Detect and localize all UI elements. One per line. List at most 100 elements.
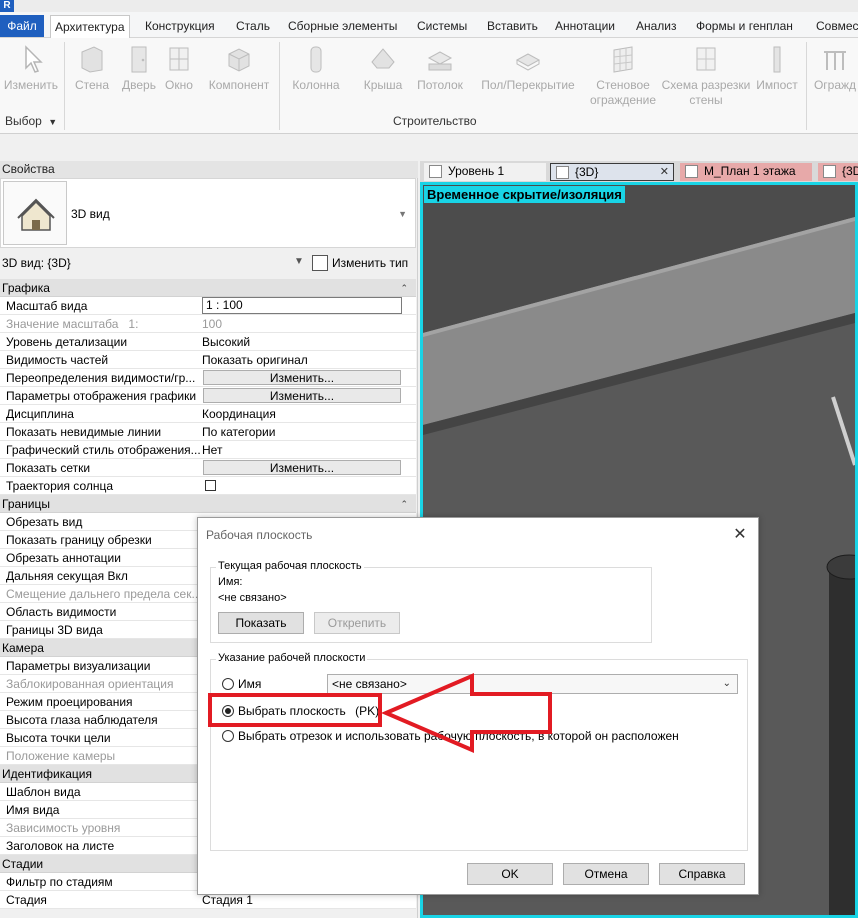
graphic-display-edit-button[interactable]: Изменить... — [203, 388, 401, 403]
chevron-up-icon: ⌃ — [400, 283, 408, 293]
type-selector[interactable]: 3D вид ▼ — [0, 178, 416, 248]
curtain-system-button[interactable]: Стеновое ограждение — [586, 38, 660, 108]
ribbon-divider — [279, 42, 280, 130]
property-name: Зависимость уровня — [6, 821, 121, 835]
window-label: Окно — [165, 78, 193, 92]
edit-type-button[interactable]: Изменить тип — [310, 253, 408, 273]
floor-plan-icon — [429, 165, 442, 178]
tab-steel[interactable]: Сталь — [232, 15, 274, 37]
property-name: Переопределения видимости/гр... — [6, 371, 196, 385]
house-icon — [17, 198, 55, 231]
group-label: Графика — [2, 281, 50, 295]
property-name: Высота глаза наблюдателя — [6, 713, 158, 727]
wall-icon — [81, 46, 103, 73]
tab-analyze[interactable]: Анализ — [632, 15, 681, 37]
type-name: 3D вид — [71, 207, 110, 221]
curtain-system-icon — [613, 46, 633, 73]
group-label: Камера — [2, 641, 44, 655]
annotation-arrow-icon — [380, 672, 552, 754]
show-grids-edit-button[interactable]: Изменить... — [203, 460, 401, 475]
property-name: Шаблон вида — [6, 785, 81, 799]
tab-3d-active[interactable]: {3D} ✕ — [550, 163, 674, 181]
chevron-down-icon: ▼ — [48, 117, 58, 127]
instance-filter[interactable]: 3D вид: {3D} — [2, 256, 71, 270]
ribbon-divider — [806, 42, 807, 130]
edit-type-label: Изменить тип — [332, 256, 409, 270]
close-icon[interactable]: ✕ — [660, 164, 669, 180]
modify-button[interactable]: Изменить — [2, 38, 60, 93]
current-work-plane-title: Текущая рабочая плоскость — [216, 560, 364, 572]
sun-path-checkbox[interactable] — [205, 480, 216, 491]
roof-icon — [371, 48, 395, 69]
roof-button[interactable]: Крыша — [356, 38, 410, 93]
tab-insert[interactable]: Вставить — [483, 15, 542, 37]
column-button[interactable]: Колонна — [288, 38, 344, 93]
tab-level-1[interactable]: Уровень 1 — [424, 163, 546, 181]
window-button[interactable]: Окно — [160, 38, 198, 93]
chevron-down-icon[interactable]: ▼ — [294, 256, 304, 267]
railing-button[interactable]: Огражд — [812, 38, 858, 93]
show-button[interactable]: Показать — [218, 612, 304, 634]
floor-label: Пол/Перекрытие — [481, 78, 575, 92]
property-value[interactable]: Показать оригинал — [202, 351, 402, 369]
component-button[interactable]: Компонент — [204, 38, 274, 93]
panel-select-label[interactable]: Выбор ▼ — [5, 114, 57, 128]
radio-name[interactable]: Имя — [222, 677, 261, 691]
radio-button — [222, 730, 234, 742]
tab-collaborate[interactable]: Совмес — [812, 15, 858, 37]
tab-precast[interactable]: Сборные элементы — [284, 15, 401, 37]
property-name: Уровень детализации — [6, 335, 128, 349]
specify-work-plane-title: Указание рабочей плоскости — [216, 652, 368, 664]
close-icon[interactable]: ✕ — [732, 524, 748, 544]
ok-button[interactable]: OK — [467, 863, 553, 885]
chevron-up-icon: ⌃ — [400, 499, 408, 509]
tab-massing-site[interactable]: Формы и генплан — [692, 15, 797, 37]
group-extents[interactable]: Границы ⌃ — [0, 495, 416, 513]
property-row: Траектория солнца — [0, 477, 416, 495]
railing-label: Огражд — [813, 78, 857, 92]
wall-button[interactable]: Стена — [70, 38, 114, 93]
property-row: Дисциплина Координация — [0, 405, 416, 423]
property-name: Параметры отображения графики — [6, 389, 197, 403]
property-name: Положение камеры — [6, 749, 116, 763]
curtain-grid-button[interactable]: Схема разрезки стены — [660, 38, 752, 108]
help-button[interactable]: Справка — [659, 863, 745, 885]
app-logo-icon[interactable]: R — [0, 0, 14, 12]
property-value[interactable]: Координация — [202, 405, 402, 423]
window-icon — [169, 47, 189, 71]
name-label: Имя: — [218, 576, 243, 588]
property-value[interactable]: Высокий — [202, 333, 402, 351]
group-graphics[interactable]: Графика ⌃ — [0, 279, 416, 297]
ceiling-button[interactable]: Потолок — [412, 38, 468, 93]
tab-architecture[interactable]: Архитектура — [50, 15, 130, 39]
property-value[interactable]: По категории — [202, 423, 402, 441]
ribbon-panel: Изменить Стена Дверь Окно Компонент Коло… — [0, 38, 858, 134]
chevron-down-icon[interactable]: ▼ — [398, 209, 407, 219]
tab-structure[interactable]: Конструкция — [141, 15, 219, 37]
tab-3d-second[interactable]: {3D} — [818, 163, 858, 181]
property-name: Показать невидимые линии — [6, 425, 162, 439]
mullion-button[interactable]: Импост — [752, 38, 802, 93]
floor-button[interactable]: Пол/Перекрытие — [476, 38, 580, 93]
property-name: Дальняя секущая Вкл — [6, 569, 128, 583]
door-icon — [131, 46, 147, 73]
vg-overrides-edit-button[interactable]: Изменить... — [203, 370, 401, 385]
property-name: Показать сетки — [6, 461, 91, 475]
property-row: Показать сетки Изменить... — [0, 459, 416, 477]
cancel-button[interactable]: Отмена — [563, 863, 649, 885]
quick-access-toolbar: R — [0, 0, 858, 12]
property-name: Высота точки цели — [6, 731, 111, 745]
view-scale-field[interactable]: 1 : 100 — [202, 297, 402, 314]
property-value[interactable]: Нет — [202, 441, 402, 459]
tab-first-floor-plan[interactable]: М_План 1 этажа — [680, 163, 812, 181]
tab-file[interactable]: Файл — [0, 15, 44, 37]
door-button[interactable]: Дверь — [118, 38, 160, 93]
dissociate-button[interactable]: Открепить — [314, 612, 400, 634]
property-value: 100 — [202, 317, 223, 331]
ribbon-divider — [64, 42, 65, 130]
property-row: Графический стиль отображения... Нет — [0, 441, 416, 459]
component-icon — [228, 48, 250, 72]
tab-systems[interactable]: Системы — [413, 15, 471, 37]
house-icon — [556, 166, 569, 179]
tab-annotate[interactable]: Аннотации — [551, 15, 619, 37]
